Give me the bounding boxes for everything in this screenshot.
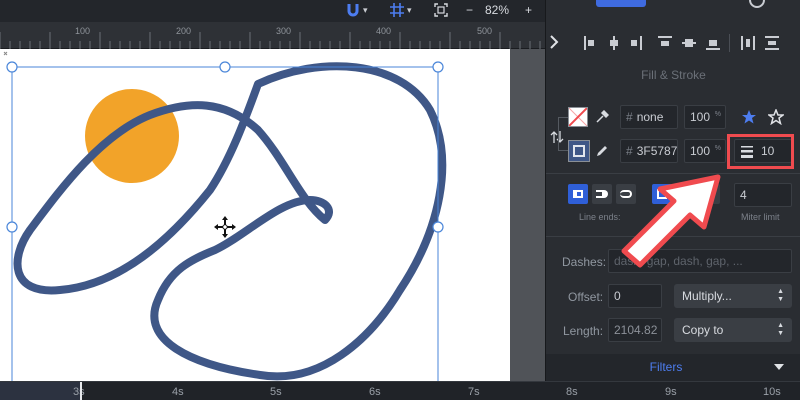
- chevron-down-icon[interactable]: [774, 364, 784, 370]
- move-cursor-icon: [214, 216, 236, 238]
- stroke-color-value: 3F5787: [636, 144, 678, 158]
- horizontal-ruler: 100 200 300 400 500 600: [0, 22, 592, 49]
- top-toolbar: ▾ ▾ − 82% +: [0, 0, 545, 22]
- canvas-area[interactable]: [0, 49, 545, 381]
- timeline-label: 6s: [369, 386, 381, 398]
- stroke-opacity-value: 100: [690, 144, 711, 158]
- alignment-toolbar: [546, 30, 800, 56]
- star-outline-icon[interactable]: [768, 109, 784, 125]
- timeline-label: 10s: [763, 386, 781, 398]
- sun-circle[interactable]: [85, 89, 179, 183]
- align-bottom-icon[interactable]: [706, 36, 722, 50]
- artwork[interactable]: [0, 49, 545, 381]
- blend-mode-value: Multiply...: [682, 289, 732, 303]
- timeline[interactable]: 3s 4s 5s 6s 7s 8s 9s 10s: [0, 381, 800, 400]
- length-value: 2104.82: [614, 323, 658, 337]
- stroke-color-field[interactable]: #3F5787: [620, 139, 678, 163]
- timeline-label: 7s: [468, 386, 480, 398]
- ruler-label: 400: [376, 26, 392, 36]
- divider: [729, 34, 730, 52]
- percent-label: %: [714, 111, 721, 118]
- fill-swatch[interactable]: [568, 107, 588, 127]
- resize-handle[interactable]: [219, 61, 231, 73]
- fill-color-value: none: [636, 110, 664, 124]
- chevron-down-icon: ▾: [363, 4, 368, 15]
- percent-label: %: [714, 145, 721, 152]
- timeline-label: 8s: [566, 386, 578, 398]
- length-field: 2104.82: [608, 318, 662, 342]
- fill-opacity-value: 100: [690, 110, 711, 124]
- zoom-in-button[interactable]: +: [525, 0, 532, 20]
- offset-label: Offset:: [568, 290, 604, 304]
- edit-pencil-icon[interactable]: [595, 144, 609, 158]
- chevron-right-icon[interactable]: [549, 34, 559, 50]
- fill-color-field[interactable]: # none: [620, 105, 678, 129]
- panel-title: Fill & Stroke: [641, 68, 706, 82]
- align-top-icon[interactable]: [658, 36, 674, 50]
- timeline-range: [0, 382, 80, 400]
- magnet-icon: [347, 4, 359, 17]
- distribute-v-icon[interactable]: [765, 36, 781, 50]
- chevron-down-icon: ▾: [407, 4, 412, 15]
- stroke-swatch[interactable]: [568, 140, 590, 162]
- filters-label: Filters: [649, 360, 683, 374]
- filters-section[interactable]: Filters: [546, 354, 800, 381]
- ruler-label: 100: [75, 26, 91, 36]
- stroke-opacity-field[interactable]: 100%: [684, 139, 726, 163]
- fit-screen-button[interactable]: [434, 0, 448, 20]
- resize-handle[interactable]: [432, 221, 444, 233]
- grid-button[interactable]: ▾: [390, 0, 412, 20]
- zoom-level[interactable]: 82%: [485, 0, 509, 20]
- align-right-icon[interactable]: [628, 36, 644, 50]
- miter-limit-value: 4: [740, 188, 747, 202]
- timeline-label: 9s: [665, 386, 677, 398]
- updown-icon: ▲ ▼: [777, 322, 784, 337]
- line-end-butt-button[interactable]: [568, 184, 588, 204]
- length-label: Length:: [563, 324, 604, 338]
- playhead[interactable]: [80, 382, 82, 400]
- fill-opacity-field[interactable]: 100%: [684, 105, 726, 129]
- blend-mode-select[interactable]: Multiply... ▲ ▼: [674, 284, 792, 308]
- copy-to-select[interactable]: Copy to ▲ ▼: [674, 318, 792, 342]
- updown-icon: ▲ ▼: [777, 288, 784, 303]
- timeline-label: 3s: [73, 386, 85, 398]
- grid-icon: [390, 3, 404, 17]
- help-icon[interactable]: [749, 0, 765, 8]
- panel-tab-button[interactable]: [596, 0, 646, 7]
- timeline-label: 5s: [270, 386, 282, 398]
- hash-label: #: [626, 144, 633, 158]
- ruler-label: 200: [176, 26, 192, 36]
- ruler-label: 300: [276, 26, 292, 36]
- offset-field[interactable]: 0: [608, 284, 662, 308]
- align-center-h-icon[interactable]: [606, 36, 622, 50]
- no-fill-icon: [568, 107, 588, 127]
- align-left-icon[interactable]: [584, 36, 600, 50]
- hash-label: #: [626, 110, 633, 124]
- copy-to-value: Copy to: [682, 323, 724, 337]
- timeline-label: 4s: [172, 386, 184, 398]
- highlight-box: [727, 134, 794, 169]
- resize-handle[interactable]: [6, 61, 18, 73]
- zoom-out-button[interactable]: −: [466, 0, 473, 20]
- eyedropper-icon[interactable]: [595, 110, 609, 124]
- fit-screen-icon: [434, 3, 448, 17]
- align-middle-icon[interactable]: [682, 36, 698, 50]
- stroke-path[interactable]: [13, 62, 447, 381]
- fill-stroke-bracket: [558, 117, 568, 151]
- miter-limit-label: Miter limit: [741, 212, 780, 222]
- distribute-h-icon[interactable]: [741, 36, 757, 50]
- resize-handle[interactable]: [6, 221, 18, 233]
- ruler-label: 500: [477, 26, 493, 36]
- star-filled-icon[interactable]: [741, 109, 757, 125]
- pointer-arrow-icon: [621, 174, 721, 268]
- snap-button[interactable]: ▾: [346, 0, 368, 20]
- resize-handle[interactable]: [432, 61, 444, 73]
- offset-value: 0: [614, 289, 621, 303]
- miter-limit-field[interactable]: 4: [734, 183, 792, 207]
